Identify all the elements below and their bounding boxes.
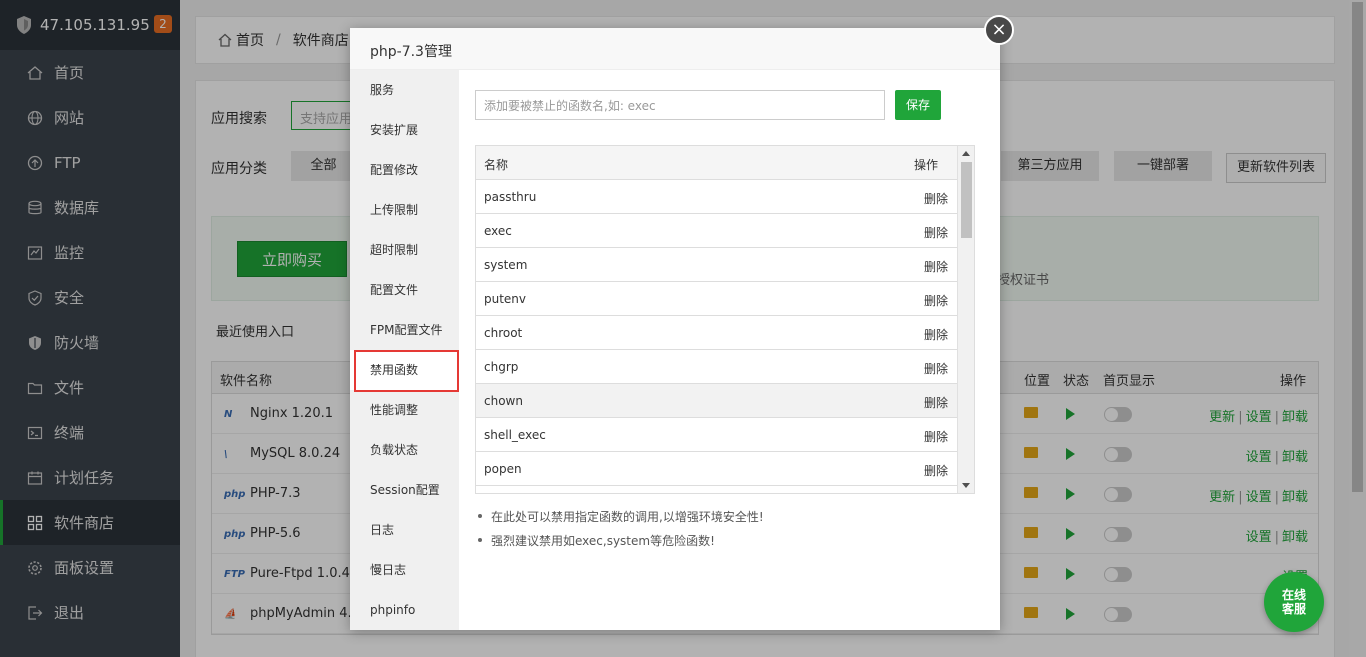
- function-name: chroot: [484, 326, 523, 340]
- delete-link[interactable]: 删除: [924, 462, 948, 479]
- function-row: chgrp 删除: [476, 350, 958, 384]
- function-name: chgrp: [484, 360, 519, 374]
- modal-close-button[interactable]: ×: [984, 15, 1014, 45]
- modal-menu-item[interactable]: 性能调整: [350, 390, 459, 430]
- delete-link[interactable]: 删除: [924, 292, 948, 309]
- modal-menu-item[interactable]: 日志: [350, 510, 459, 550]
- function-row: popen 删除: [476, 452, 958, 486]
- col-name: 名称: [484, 158, 509, 172]
- modal-menu-item[interactable]: 负载状态: [350, 430, 459, 470]
- functions-scrollbar-thumb[interactable]: [961, 162, 972, 238]
- function-row: system 删除: [476, 248, 958, 282]
- php-manage-modal: php-7.3管理 服务 安装扩展 配置修改 上传限制 超时限制 配置文件 FPM配置文件禁…: [350, 28, 1000, 630]
- function-name: passthru: [484, 190, 537, 204]
- function-name: putenv: [484, 292, 527, 306]
- note-item: 在此处可以禁用指定函数的调用,以增强环境安全性!: [475, 508, 764, 532]
- function-row: passthru 删除: [476, 180, 958, 214]
- disabled-functions-table: 名称 操作 passthru 删除 exec 删除 system 删除 putenv 删除 ch…: [475, 145, 975, 494]
- delete-link[interactable]: 删除: [924, 360, 948, 377]
- modal-menu: 服务 安装扩展 配置修改 上传限制 超时限制 配置文件 FPM配置文件 禁用函数 性能调整 负载状…: [350, 70, 459, 630]
- save-button[interactable]: 保存: [895, 90, 941, 120]
- modal-menu-item[interactable]: 禁用函数: [350, 350, 459, 392]
- modal-title: php-7.3管理: [350, 28, 1000, 70]
- function-row: putenv 删除: [476, 282, 958, 316]
- function-row: exec 删除: [476, 214, 958, 248]
- delete-link[interactable]: 删除: [924, 258, 948, 275]
- chat-line2: 客服: [1281, 602, 1306, 616]
- function-row: chown 删除: [476, 384, 958, 418]
- modal-menu-item[interactable]: 超时限制: [350, 230, 459, 270]
- notes-list: 在此处可以禁用指定函数的调用,以增强环境安全性! 强烈建议禁用如exec,sys…: [475, 508, 764, 556]
- modal-menu-item[interactable]: Session配置: [350, 470, 459, 510]
- scroll-down-arrow-icon[interactable]: [962, 483, 970, 488]
- modal-menu-item[interactable]: 安装扩展: [350, 110, 459, 150]
- modal-menu-item[interactable]: 上传限制: [350, 190, 459, 230]
- delete-link[interactable]: 删除: [924, 326, 948, 343]
- modal-menu-item[interactable]: phpinfo: [350, 590, 459, 630]
- function-row: chroot 删除: [476, 316, 958, 350]
- note-item: 强烈建议禁用如exec,system等危险函数!: [475, 532, 764, 556]
- online-support-button[interactable]: 在线 客服: [1264, 572, 1324, 632]
- modal-menu-item[interactable]: 配置文件: [350, 270, 459, 310]
- chat-line1: 在线: [1281, 588, 1306, 602]
- delete-link[interactable]: 删除: [924, 224, 948, 241]
- function-name: system: [484, 258, 528, 272]
- scroll-up-arrow-icon[interactable]: [962, 151, 970, 156]
- col-operation: 操作: [914, 158, 939, 172]
- delete-link[interactable]: 删除: [924, 190, 948, 207]
- modal-menu-item[interactable]: 服务: [350, 70, 459, 110]
- function-name: chown: [484, 394, 523, 408]
- delete-link[interactable]: 删除: [924, 394, 948, 411]
- functions-scrollbar[interactable]: [957, 146, 974, 493]
- modal-menu-item[interactable]: 慢日志: [350, 550, 459, 590]
- functions-table-header: 名称 操作: [476, 146, 974, 180]
- modal-menu-item[interactable]: FPM配置文件: [350, 310, 459, 350]
- function-row: shell_exec 删除: [476, 418, 958, 452]
- delete-link[interactable]: 删除: [924, 428, 948, 445]
- function-name: exec: [484, 224, 512, 238]
- function-name: popen: [484, 462, 522, 476]
- function-name-input[interactable]: 添加要被禁止的函数名,如: exec: [475, 90, 885, 120]
- function-name: shell_exec: [484, 428, 546, 442]
- modal-menu-item[interactable]: 配置修改: [350, 150, 459, 190]
